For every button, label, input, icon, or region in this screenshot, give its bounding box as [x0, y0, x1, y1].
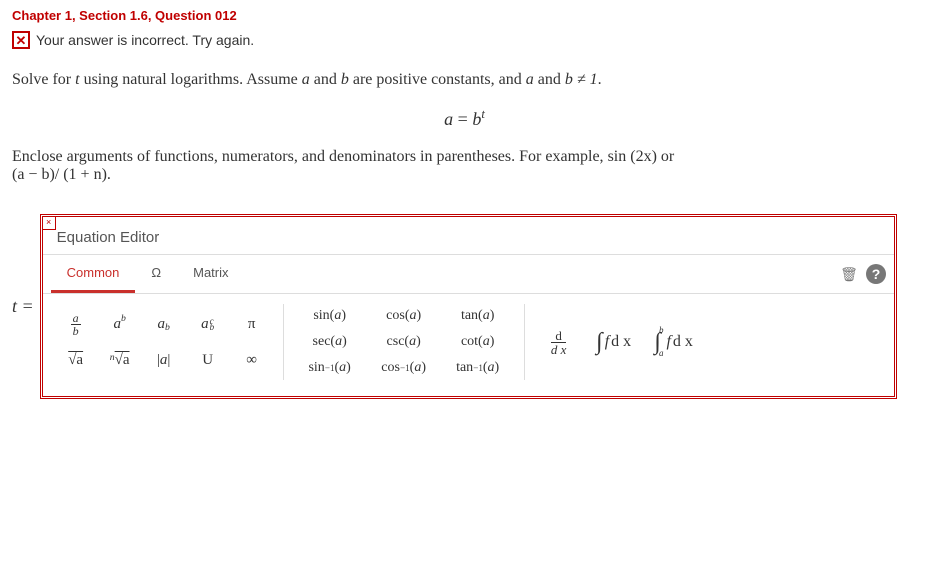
equation-editor[interactable]: × Equation Editor Common Ω Matrix 🗑 ? ab…	[40, 214, 897, 399]
feedback-text: Your answer is incorrect. Try again.	[36, 32, 254, 48]
btn-pi[interactable]: π	[231, 307, 273, 341]
btn-infinity[interactable]: ∞	[231, 343, 273, 377]
incorrect-icon: ✕	[12, 31, 30, 49]
problem-statement-1: Solve for t using natural logarithms. As…	[12, 71, 917, 89]
breadcrumb: Chapter 1, Section 1.6, Question 012	[12, 8, 917, 23]
divider	[524, 304, 525, 380]
divider	[283, 304, 284, 380]
btn-nroot[interactable]: n√a	[99, 343, 141, 377]
tab-common[interactable]: Common	[51, 255, 136, 293]
btn-sin[interactable]: sin(a)	[294, 304, 366, 328]
btn-supsub[interactable]: acb	[187, 307, 229, 341]
btn-def-integral[interactable]: ∫ ba fd x	[645, 307, 703, 377]
btn-integral[interactable]: ∫fd x	[585, 307, 643, 377]
btn-arcsin[interactable]: sin−1(a)	[294, 356, 366, 380]
btn-union[interactable]: U	[187, 343, 229, 377]
btn-subscript[interactable]: ab	[143, 307, 185, 341]
tab-matrix[interactable]: Matrix	[177, 255, 244, 293]
answer-row: t = × Equation Editor Common Ω Matrix 🗑 …	[12, 214, 917, 399]
problem-statement-2: Enclose arguments of functions, numerato…	[12, 148, 917, 184]
btn-sec[interactable]: sec(a)	[294, 330, 366, 354]
btn-superscript[interactable]: ab	[99, 307, 141, 341]
btn-derivative[interactable]: dd x	[535, 307, 583, 377]
btn-arccos[interactable]: cos−1(a)	[368, 356, 440, 380]
trash-icon[interactable]: 🗑	[836, 261, 862, 287]
feedback-row: ✕ Your answer is incorrect. Try again.	[12, 31, 917, 49]
btn-csc[interactable]: csc(a)	[368, 330, 440, 354]
close-icon[interactable]: ×	[42, 216, 56, 230]
palette: ab ab ab acb π √a n√a |a| U ∞	[43, 294, 894, 396]
palette-group-basic: ab ab ab acb π √a n√a |a| U ∞	[55, 307, 273, 377]
palette-group-trig: sin(a) cos(a) tan(a) sec(a) csc(a) cot(a…	[294, 304, 514, 380]
editor-title: Equation Editor	[43, 217, 894, 255]
editor-tabs: Common Ω Matrix 🗑 ?	[43, 255, 894, 294]
btn-sqrt[interactable]: √a	[55, 343, 97, 377]
btn-tan[interactable]: tan(a)	[442, 304, 514, 328]
btn-fraction[interactable]: ab	[55, 307, 97, 341]
btn-arctan[interactable]: tan−1(a)	[442, 356, 514, 380]
display-equation: a = bt	[12, 107, 917, 130]
palette-group-calc: dd x ∫fd x ∫ ba fd x	[535, 307, 703, 377]
btn-abs[interactable]: |a|	[143, 343, 185, 377]
btn-cot[interactable]: cot(a)	[442, 330, 514, 354]
help-icon[interactable]: ?	[866, 264, 886, 284]
tab-omega[interactable]: Ω	[135, 255, 177, 293]
answer-label: t =	[12, 296, 34, 317]
btn-cos[interactable]: cos(a)	[368, 304, 440, 328]
